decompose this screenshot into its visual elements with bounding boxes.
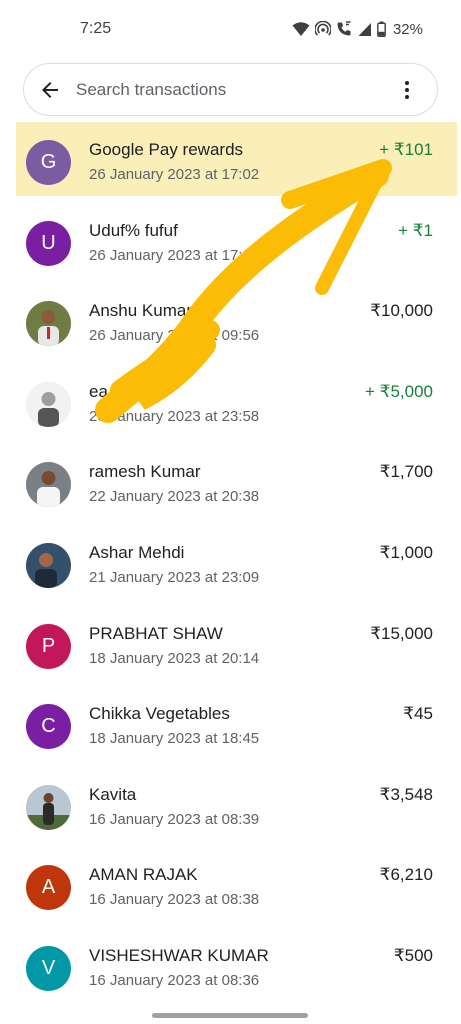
transaction-name: Chikka Vegetables: [89, 704, 230, 724]
battery-icon: [377, 21, 386, 37]
hotspot-icon: [314, 21, 331, 36]
status-icons: 32%: [292, 18, 423, 40]
transaction-date: 26 January 2023 at 09:56: [89, 327, 260, 345]
search-input[interactable]: [76, 76, 376, 104]
avatar: [26, 381, 71, 427]
transaction-name: Uduf% fufuf: [89, 220, 178, 240]
transaction-amount: + ₹101: [379, 140, 433, 159]
transaction-row[interactable]: A AMAN RAJAK 16 January 2023 at 08:38 ₹6…: [0, 845, 461, 926]
transaction-row[interactable]: V VISHESHWAR KUMAR 16 January 2023 at 08…: [0, 926, 461, 1007]
transaction-amount: ₹6,210: [379, 865, 433, 885]
arrow-left-icon[interactable]: [38, 78, 62, 102]
transaction-date: 18 January 2023 at 18:45: [89, 730, 260, 748]
transaction-name: PRABHAT SHAW: [89, 623, 223, 643]
transaction-name: AMAN RAJAK: [89, 865, 198, 885]
wifi-calling-icon: [337, 21, 351, 36]
transaction-amount: + ₹5,000: [364, 381, 433, 401]
transaction-name: Google Pay rewards: [89, 140, 244, 159]
person-photo-icon: [26, 301, 71, 347]
avatar: [26, 301, 71, 347]
transaction-date: 16 January 2023 at 08:36: [89, 971, 260, 989]
transaction-amount: ₹500: [393, 945, 433, 965]
avatar: V: [26, 945, 71, 991]
transaction-name: VISHESHWAR KUMAR: [89, 945, 269, 965]
avatar: A: [26, 865, 71, 911]
battery-percentage: 32%: [392, 20, 423, 38]
person-photo-icon: [26, 784, 71, 830]
transaction-date: 16 January 2023 at 08:38: [89, 891, 260, 909]
transaction-date: 26 January 2023 at 17:02: [89, 166, 260, 183]
person-photo-icon: [26, 462, 71, 508]
avatar: [26, 784, 71, 830]
transaction-row[interactable]: Ashar Mehdi 21 January 2023 at 23:09 ₹1,…: [0, 523, 461, 604]
transaction-row[interactable]: G Google Pay rewards 26 January 2023 at …: [0, 120, 461, 201]
transaction-amount: ₹1,700: [379, 462, 433, 482]
avatar: P: [26, 623, 71, 669]
transaction-amount: ₹45: [403, 704, 433, 724]
avatar: C: [26, 704, 71, 750]
transaction-name: ramesh Kumar: [89, 462, 201, 482]
transaction-name: ea ya com: [89, 381, 168, 401]
transaction-date: 18 January 2023 at 20:14: [89, 649, 260, 667]
transaction-row[interactable]: P PRABHAT SHAW 18 January 2023 at 20:14 …: [0, 604, 461, 685]
transaction-date: 16 January 2023 at 08:39: [89, 810, 260, 828]
transaction-row[interactable]: U Uduf% fufuf 26 January 2023 at 17:0 + …: [0, 201, 461, 282]
home-indicator[interactable]: [152, 1013, 308, 1018]
status-bar: 7:25 32%: [0, 0, 461, 60]
wifi-icon: [292, 22, 310, 36]
person-photo-icon: [26, 381, 71, 427]
transaction-amount: ₹15,000: [370, 623, 433, 643]
avatar: G: [26, 140, 71, 185]
person-photo-icon: [26, 542, 71, 588]
transaction-amount: ₹1,000: [379, 542, 433, 562]
status-time: 7:25: [80, 20, 112, 37]
avatar: [26, 462, 71, 508]
avatar: U: [26, 220, 71, 266]
signal-icon: [358, 23, 371, 36]
transaction-row[interactable]: Kavita 16 January 2023 at 08:39 ₹3,548: [0, 765, 461, 846]
transaction-row[interactable]: Anshu Kumar 26 January 2023 at 09:56 ₹10…: [0, 281, 461, 362]
transaction-amount: + ₹1: [398, 220, 433, 240]
transaction-date: 21 January 2023 at 23:09: [89, 568, 260, 586]
more-vert-icon[interactable]: [395, 78, 419, 102]
transaction-name: Anshu Kumar: [89, 301, 192, 321]
transaction-name: Kavita: [89, 784, 137, 804]
transaction-row[interactable]: ramesh Kumar 22 January 2023 at 20:38 ₹1…: [0, 442, 461, 523]
transaction-row[interactable]: ea ya com 23 January 2023 at 23:58 + ₹5,…: [0, 362, 461, 443]
search-bar[interactable]: [23, 63, 438, 116]
transaction-amount: ₹10,000: [370, 301, 433, 321]
transaction-date: 26 January 2023 at 17:0: [89, 246, 251, 264]
transaction-list: G Google Pay rewards 26 January 2023 at …: [0, 120, 461, 1007]
transaction-name: Ashar Mehdi: [89, 542, 185, 562]
avatar: [26, 542, 71, 588]
transaction-date: 22 January 2023 at 20:38: [89, 488, 260, 506]
transaction-amount: ₹3,548: [379, 784, 433, 804]
transaction-row[interactable]: C Chikka Vegetables 18 January 2023 at 1…: [0, 684, 461, 765]
transaction-date: 23 January 2023 at 23:58: [89, 407, 260, 425]
